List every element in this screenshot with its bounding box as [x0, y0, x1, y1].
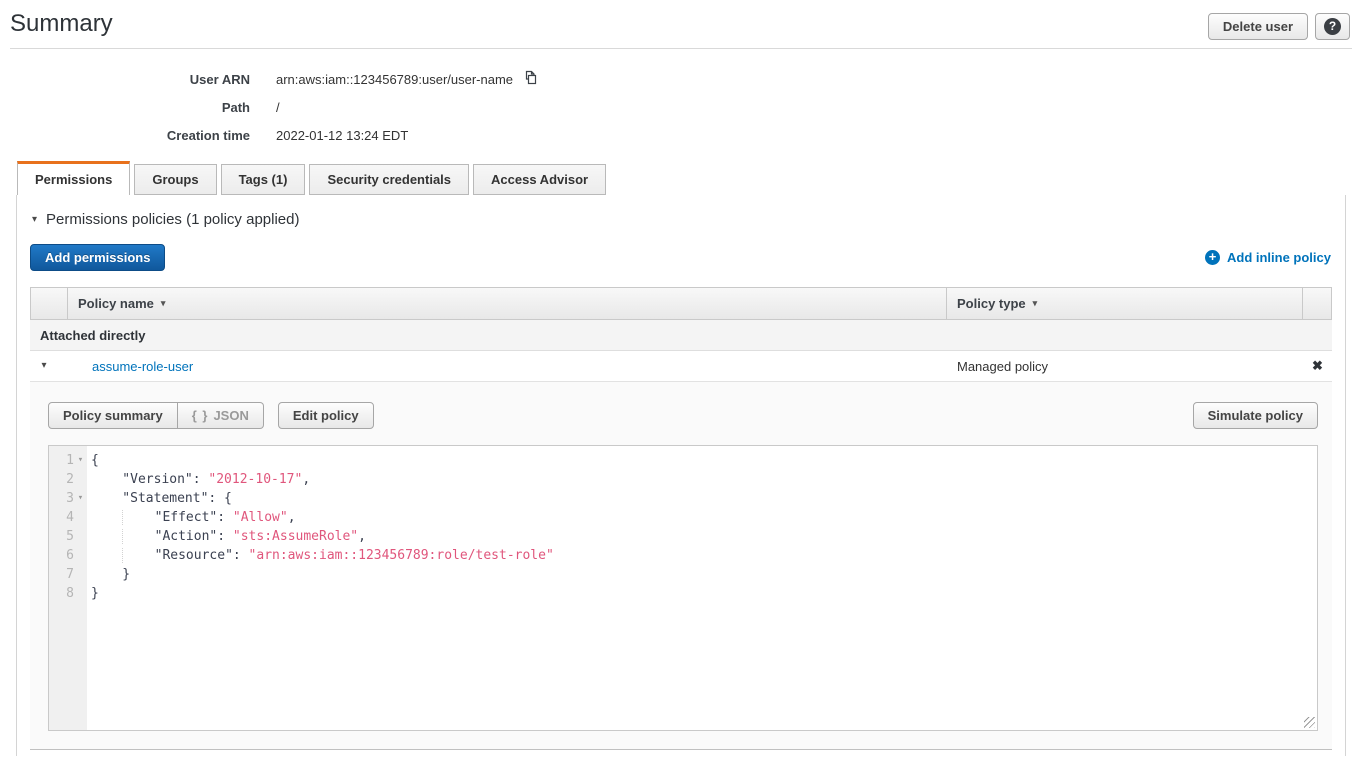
- tab-bar: Permissions Groups Tags (1) Security cre…: [17, 161, 1362, 195]
- code-line: "Effect": "Allow",: [91, 508, 1317, 527]
- tab-permissions[interactable]: Permissions: [17, 161, 130, 195]
- policy-name-cell: assume-role-user: [67, 351, 947, 381]
- editor-lines: { "Version": "2012-10-17", "Statement": …: [87, 446, 1317, 730]
- row-expand-toggle[interactable]: ▾: [30, 351, 67, 381]
- page-title: Summary: [10, 10, 113, 38]
- header-actions: Delete user ?: [1208, 13, 1350, 40]
- permissions-tab-panel: ▾ Permissions policies (1 policy applied…: [16, 195, 1346, 756]
- user-info: User ARN arn:aws:iam::123456789:user/use…: [0, 65, 1362, 149]
- fold-spacer: [74, 584, 87, 603]
- tab-security-credentials[interactable]: Security credentials: [309, 164, 469, 195]
- policy-actions-row: Add permissions + Add inline policy: [30, 244, 1331, 271]
- info-row-user-arn: User ARN arn:aws:iam::123456789:user/use…: [0, 65, 1362, 93]
- policy-action-cell: ✖: [1303, 351, 1332, 381]
- policy-name-header-label: Policy name: [78, 296, 154, 311]
- creation-time-value: 2022-01-12 13:24 EDT: [276, 128, 408, 143]
- tab-access-advisor[interactable]: Access Advisor: [473, 164, 606, 195]
- fold-spacer: [74, 508, 87, 527]
- action-column-header: [1302, 288, 1331, 319]
- gutter-line: 5: [49, 527, 87, 546]
- code-line: }: [91, 584, 1317, 603]
- code-line: "Version": "2012-10-17",: [91, 470, 1317, 489]
- attached-directly-group-row: Attached directly: [30, 320, 1332, 351]
- policy-name-link[interactable]: assume-role-user: [92, 359, 193, 374]
- help-icon: ?: [1324, 18, 1341, 35]
- code-line: "Resource": "arn:aws:iam::123456789:role…: [91, 546, 1317, 565]
- path-label: Path: [0, 100, 250, 115]
- json-view-button[interactable]: { } JSON: [178, 402, 264, 429]
- plus-circle-icon: +: [1205, 250, 1220, 265]
- detach-policy-icon[interactable]: ✖: [1312, 358, 1323, 374]
- edit-policy-button[interactable]: Edit policy: [278, 402, 374, 429]
- line-number: 3: [66, 489, 74, 508]
- code-line: {: [91, 451, 1317, 470]
- tab-groups[interactable]: Groups: [134, 164, 216, 195]
- line-number: 7: [66, 565, 74, 584]
- line-number: 5: [66, 527, 74, 546]
- page-header: Summary Delete user ?: [10, 0, 1352, 49]
- user-arn-label: User ARN: [0, 72, 250, 87]
- gutter-line: 4: [49, 508, 87, 527]
- code-line: "Action": "sts:AssumeRole",: [91, 527, 1317, 546]
- path-value: /: [276, 100, 280, 115]
- policy-detail-panel: Policy summary { } JSON Edit policy Simu…: [30, 381, 1332, 750]
- line-number: 4: [66, 508, 74, 527]
- policy-view-controls: Policy summary { } JSON Edit policy: [48, 402, 374, 429]
- fold-caret-icon[interactable]: ▾: [74, 489, 87, 508]
- simulate-policy-button[interactable]: Simulate policy: [1193, 402, 1318, 429]
- fold-spacer: [74, 565, 87, 584]
- fold-spacer: [74, 546, 87, 565]
- json-view-label: JSON: [213, 408, 248, 423]
- user-arn-text: arn:aws:iam::123456789:user/user-name: [276, 72, 513, 87]
- help-button[interactable]: ?: [1315, 13, 1350, 40]
- braces-icon: { }: [192, 408, 209, 423]
- user-arn-value: arn:aws:iam::123456789:user/user-name: [276, 69, 539, 89]
- caret-down-icon: ▾: [32, 215, 37, 225]
- policy-table-header: Policy name ▾ Policy type ▾: [30, 287, 1332, 320]
- line-number: 1: [66, 451, 74, 470]
- info-row-creation-time: Creation time 2022-01-12 13:24 EDT: [0, 121, 1362, 149]
- policy-type-cell: Managed policy: [947, 351, 1303, 381]
- add-permissions-button[interactable]: Add permissions: [30, 244, 165, 271]
- line-number: 2: [66, 470, 74, 489]
- policy-summary-view-button[interactable]: Policy summary: [48, 402, 178, 429]
- permissions-policies-heading: Permissions policies (1 policy applied): [46, 211, 299, 228]
- row-caret-down-icon: ▾: [41, 361, 46, 371]
- policy-name-column-header[interactable]: Policy name ▾: [68, 288, 946, 319]
- creation-time-label: Creation time: [0, 128, 250, 143]
- json-policy-editor[interactable]: 1▾23▾45678 { "Version": "2012-10-17", "S…: [48, 445, 1318, 731]
- gutter-line: 1▾: [49, 451, 87, 470]
- info-row-path: Path /: [0, 93, 1362, 121]
- editor-resize-handle[interactable]: [1304, 717, 1315, 728]
- policy-table: Policy name ▾ Policy type ▾ Attached dir…: [30, 287, 1332, 750]
- expand-column-header: [31, 288, 68, 319]
- permissions-policies-section-toggle[interactable]: ▾ Permissions policies (1 policy applied…: [32, 211, 1333, 228]
- sort-caret-icon: ▾: [161, 298, 166, 309]
- fold-spacer: [74, 527, 87, 546]
- code-line: }: [91, 565, 1317, 584]
- code-line: "Statement": {: [91, 489, 1317, 508]
- line-number: 8: [66, 584, 74, 603]
- gutter-line: 8: [49, 584, 87, 603]
- gutter-line: 6: [49, 546, 87, 565]
- add-inline-policy-link[interactable]: + Add inline policy: [1205, 250, 1331, 265]
- editor-gutter: 1▾23▾45678: [49, 446, 87, 730]
- copy-icon[interactable]: [522, 69, 539, 89]
- gutter-line: 3▾: [49, 489, 87, 508]
- policy-type-column-header[interactable]: Policy type ▾: [946, 288, 1302, 319]
- tab-tags[interactable]: Tags (1): [221, 164, 306, 195]
- policy-view-segmented-control: Policy summary { } JSON: [48, 402, 264, 429]
- fold-spacer: [74, 470, 87, 489]
- policy-detail-toolbar: Policy summary { } JSON Edit policy Simu…: [48, 402, 1318, 429]
- policy-table-row: ▾ assume-role-user Managed policy ✖: [30, 351, 1332, 381]
- sort-caret-icon: ▾: [1033, 298, 1038, 309]
- policy-type-header-label: Policy type: [957, 296, 1026, 311]
- add-inline-policy-label: Add inline policy: [1227, 250, 1331, 265]
- line-number: 6: [66, 546, 74, 565]
- gutter-line: 2: [49, 470, 87, 489]
- gutter-line: 7: [49, 565, 87, 584]
- delete-user-button[interactable]: Delete user: [1208, 13, 1308, 40]
- fold-caret-icon[interactable]: ▾: [74, 451, 87, 470]
